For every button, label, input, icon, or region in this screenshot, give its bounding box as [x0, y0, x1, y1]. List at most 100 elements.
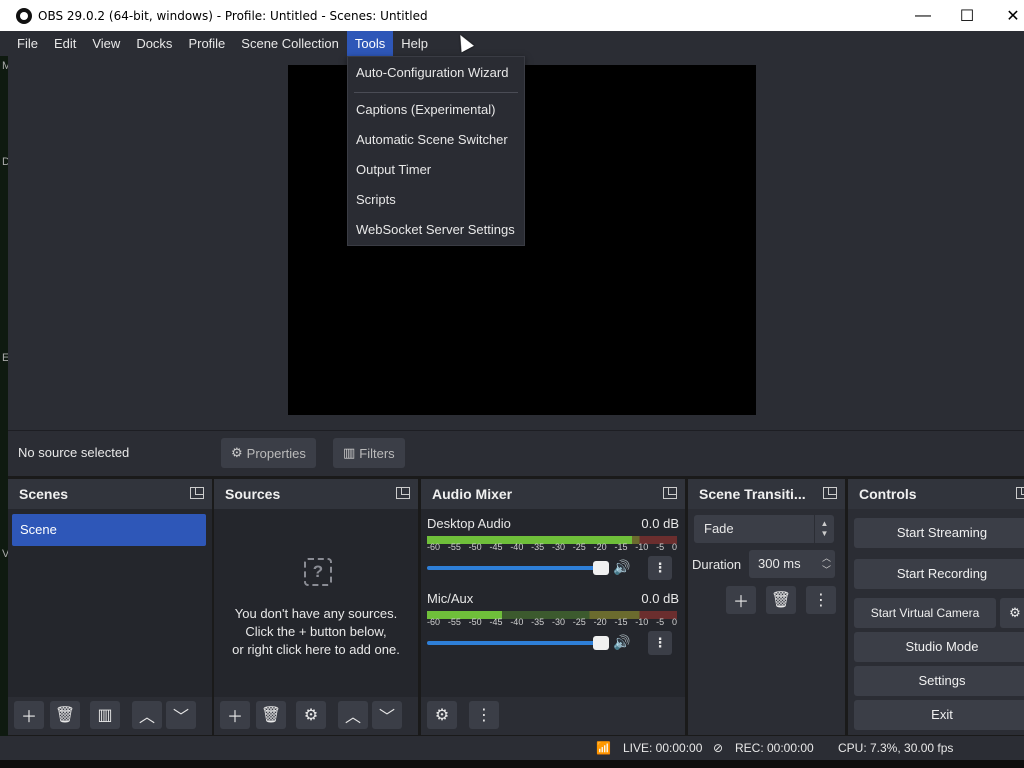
scene-list-item[interactable]: Scene: [12, 514, 206, 546]
studio-mode-button[interactable]: Studio Mode: [854, 632, 1024, 662]
menu-docks[interactable]: Docks: [128, 31, 180, 56]
no-source-label: No source selected: [18, 445, 130, 460]
title-bar: OBS 29.0.2 (64-bit, windows) - Profile: …: [0, 0, 1024, 31]
advanced-audio-button[interactable]: ⚙: [427, 701, 457, 729]
minimize-button[interactable]: —: [900, 0, 946, 31]
tick-label: -45: [489, 542, 503, 552]
tick-label: -10: [635, 542, 649, 552]
tick-label: -40: [510, 617, 524, 627]
menu-profile[interactable]: Profile: [180, 31, 233, 56]
chevron-up-icon: ︿: [138, 709, 155, 726]
channel-name: Desktop Audio: [427, 516, 511, 531]
remove-scene-button[interactable]: 🗑: [50, 701, 80, 729]
volume-slider-handle[interactable]: [593, 561, 609, 575]
menu-item-websocket-server-settings[interactable]: WebSocket Server Settings: [348, 218, 524, 242]
tick-label: -50: [468, 617, 482, 627]
record-status-icon: ⊘: [713, 741, 724, 755]
transition-select-value: Fade: [704, 521, 734, 536]
menu-item-captions[interactable]: Captions (Experimental): [348, 98, 524, 122]
gear-icon: ⚙: [231, 445, 243, 460]
tick-label: -15: [614, 542, 628, 552]
menu-item-output-timer[interactable]: Output Timer: [348, 158, 524, 182]
controls-dock: Controls Start Streaming Start Recording…: [848, 479, 1024, 735]
move-source-down-button[interactable]: ﹀: [372, 701, 402, 729]
add-transition-button[interactable]: ＋: [726, 586, 756, 614]
undock-icon[interactable]: [663, 487, 677, 499]
remove-source-button[interactable]: 🗑: [256, 701, 286, 729]
channel-name: Mic/Aux: [427, 591, 474, 606]
move-source-up-button[interactable]: ︿: [338, 701, 368, 729]
move-scene-up-button[interactable]: ︿: [132, 701, 162, 729]
menu-tools[interactable]: Tools: [346, 31, 394, 56]
live-timer: LIVE: 00:00:00: [623, 741, 703, 755]
tools-dropdown-menu: Auto-Configuration Wizard Captions (Expe…: [347, 56, 525, 246]
scenes-dock-header: Scenes: [8, 479, 212, 509]
tick-label: -35: [531, 542, 545, 552]
scenes-title: Scenes: [19, 486, 69, 502]
vertical-dots-icon: ⋮: [476, 707, 492, 724]
menu-file[interactable]: File: [9, 31, 46, 56]
volume-slider-handle[interactable]: [593, 636, 609, 650]
properties-label: Properties: [246, 445, 306, 461]
add-scene-button[interactable]: ＋: [14, 701, 44, 729]
volume-slider[interactable]: [427, 561, 609, 575]
sources-list[interactable]: ? You don't have any sources. Click the …: [214, 509, 418, 735]
speaker-icon[interactable]: 🔊: [613, 634, 630, 651]
audio-channels: Desktop Audio 0.0 dB -60 -55 -50 -45 -40 -35-…: [421, 509, 685, 735]
filters-button[interactable]: ▥ Filters: [333, 438, 405, 468]
menu-help[interactable]: Help: [393, 31, 436, 56]
chevron-updown-icon: ▲ ▼: [814, 515, 834, 543]
tick-label: -20: [593, 617, 607, 627]
scene-filters-button[interactable]: ▥: [90, 701, 120, 729]
menu-item-auto-configuration-wizard[interactable]: Auto-Configuration Wizard: [348, 61, 524, 85]
menu-item-automatic-scene-switcher[interactable]: Automatic Scene Switcher: [348, 128, 524, 152]
maximize-button[interactable]: ☐: [944, 0, 990, 31]
tick-label: -35: [531, 617, 545, 627]
sources-dock: Sources ? You don't have any sources. Cl…: [214, 479, 418, 735]
properties-button[interactable]: ⚙ Properties: [221, 438, 316, 468]
obs-logo-icon: [16, 7, 32, 24]
start-virtual-camera-button[interactable]: Start Virtual Camera: [854, 598, 996, 628]
channel-menu-button[interactable]: ⋮: [648, 556, 672, 580]
tick-label: -20: [593, 542, 607, 552]
volume-slider[interactable]: [427, 636, 609, 650]
scene-transitions-title: Scene Transiti...: [699, 486, 806, 502]
meter-ticks: -60 -55 -50 -45 -40 -35 -30 -25 -20 -15 -10 -5 0: [427, 617, 677, 627]
speaker-icon[interactable]: 🔊: [613, 559, 630, 576]
channel-menu-button[interactable]: ⋮: [648, 631, 672, 655]
move-scene-down-button[interactable]: ﹀: [166, 701, 196, 729]
source-properties-button[interactable]: ⚙: [296, 701, 326, 729]
tick-label: 0: [671, 542, 677, 552]
audio-menu-button[interactable]: ⋮: [469, 701, 499, 729]
undock-icon[interactable]: [1016, 487, 1024, 499]
remove-transition-button[interactable]: 🗑: [766, 586, 796, 614]
close-button[interactable]: ✕: [990, 0, 1024, 31]
filters-label: Filters: [359, 445, 395, 461]
exit-button[interactable]: Exit: [854, 700, 1024, 730]
spin-arrows-icon[interactable]: ︿ ﹀: [822, 552, 831, 576]
add-source-button[interactable]: ＋: [220, 701, 250, 729]
menu-edit[interactable]: Edit: [46, 31, 84, 56]
menu-scene-collection[interactable]: Scene Collection: [233, 31, 347, 56]
scene-transitions-dock-header: Scene Transiti...: [688, 479, 845, 509]
undock-icon[interactable]: [396, 487, 410, 499]
transition-select[interactable]: Fade ▲ ▼: [694, 515, 834, 543]
tick-label: -10: [635, 617, 649, 627]
undock-icon[interactable]: [190, 487, 204, 499]
transition-properties-button[interactable]: ⋮: [806, 586, 836, 614]
empty-sources-line: or right click here to add one.: [232, 642, 400, 657]
menu-view[interactable]: View: [84, 31, 128, 56]
start-recording-button[interactable]: Start Recording: [854, 559, 1024, 589]
duration-spinbox[interactable]: 300 ms ︿ ﹀: [749, 550, 835, 578]
audio-mixer-title: Audio Mixer: [432, 486, 513, 502]
menu-item-scripts[interactable]: Scripts: [348, 188, 524, 212]
filter-icon: ▥: [343, 445, 356, 460]
controls-dock-header: Controls: [848, 479, 1024, 509]
start-streaming-button[interactable]: Start Streaming: [854, 518, 1024, 548]
filter-icon: ▥: [97, 707, 113, 724]
cpu-fps-status: CPU: 7.3%, 30.00 fps: [838, 741, 954, 755]
settings-button[interactable]: Settings: [854, 666, 1024, 696]
undock-icon[interactable]: [823, 487, 837, 499]
scenes-list: Scene ＋ 🗑 ▥ ︿ ﹀: [8, 509, 212, 735]
virtual-camera-settings-button[interactable]: ⚙: [1000, 598, 1024, 628]
